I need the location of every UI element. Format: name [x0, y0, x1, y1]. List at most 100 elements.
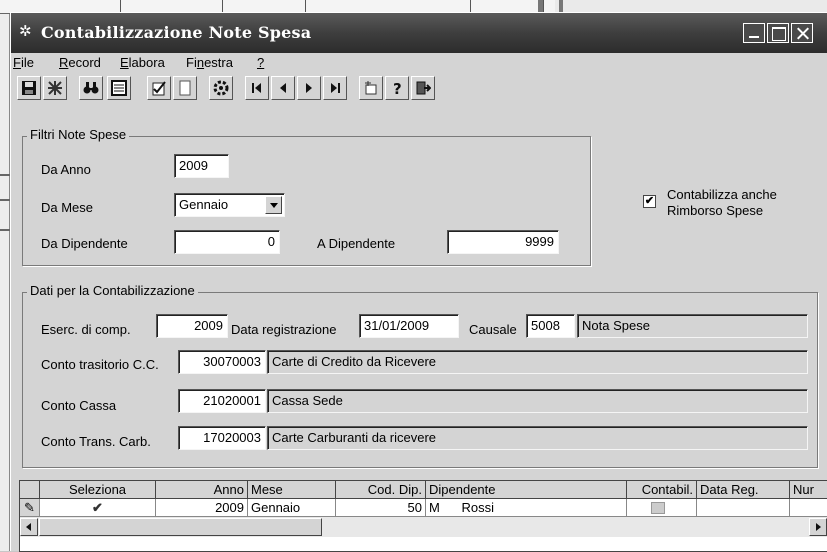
scroll-left-button[interactable]	[20, 518, 38, 536]
conto-carburanti-description: Carte Carburanti da ricevere	[267, 426, 808, 450]
da-dipendente-label: Da Dipendente	[41, 236, 128, 251]
contabilizza-rimborso-label: Contabilizza anche Rimborso Spese	[667, 187, 777, 219]
table-row[interactable]: ✎ ✔ 2009 Gennaio 50 M Rossi	[20, 499, 827, 517]
conto-trasitorio-field[interactable]: 30070003	[178, 350, 266, 374]
blank-icon	[179, 80, 191, 96]
find-button[interactable]	[79, 76, 103, 100]
new-window-button[interactable]	[359, 76, 383, 100]
grid-header-indicator	[20, 481, 40, 499]
process-button[interactable]	[209, 76, 233, 100]
background-grid-line	[0, 229, 10, 231]
eserc-field[interactable]: 2009	[156, 314, 228, 338]
process-icon	[213, 80, 229, 96]
row-contabil[interactable]	[627, 499, 697, 517]
menu-elabora-mnemonic: E	[120, 55, 129, 70]
previous-record-button[interactable]	[271, 76, 295, 100]
da-mese-select[interactable]: Gennaio	[174, 193, 285, 217]
menu-finestra-prefix: Fi	[186, 55, 197, 70]
blank-button[interactable]	[173, 76, 197, 100]
background-border	[559, 0, 563, 12]
save-button[interactable]	[17, 76, 41, 100]
menu-help[interactable]: ?	[257, 55, 264, 70]
data-registrazione-field[interactable]: 31/01/2009	[359, 314, 459, 338]
help-button[interactable]: ?	[385, 76, 409, 100]
menu-bar: File Record Elabora Finestra ?	[11, 53, 827, 73]
da-dipendente-field[interactable]: 0	[174, 230, 280, 254]
da-anno-field[interactable]: 2009	[174, 154, 229, 178]
new-window-icon	[365, 81, 377, 95]
menu-elabora-label: labora	[128, 55, 165, 70]
grid-header-cod-dip[interactable]: Cod. Dip.	[336, 481, 426, 499]
list-icon	[111, 80, 127, 96]
minimize-button[interactable]	[743, 23, 765, 43]
horizontal-scrollbar[interactable]	[20, 517, 827, 537]
da-mese-value: Gennaio	[179, 197, 229, 212]
conto-trasitorio-label: Conto trasitorio C.C.	[41, 357, 159, 372]
grid-header-mese[interactable]: Mese	[248, 481, 336, 499]
title-bar[interactable]: ✲ Contabilizzazione Note Spesa	[11, 13, 827, 53]
grid-header-anno[interactable]: Anno	[156, 481, 248, 499]
grid-header-num[interactable]: Nur	[790, 481, 827, 499]
find-icon	[83, 82, 99, 94]
causale-code-field[interactable]: 5008	[526, 314, 575, 338]
contabilizza-rimborso-label-line1: Contabilizza anche	[667, 187, 777, 202]
a-dipendente-label: A Dipendente	[317, 236, 396, 251]
previous-record-icon	[280, 83, 286, 93]
grid-header-seleziona[interactable]: Seleziona	[40, 481, 156, 499]
note-spese-grid: Seleziona Anno Mese Cod. Dip. Dipendente…	[19, 480, 827, 552]
exit-icon	[416, 81, 431, 95]
menu-file[interactable]: File	[13, 55, 34, 70]
row-cod-dip[interactable]: 50	[336, 499, 426, 517]
row-dipendente[interactable]: M Rossi	[426, 499, 627, 517]
eserc-label: Eserc. di comp.	[41, 322, 131, 337]
contabilizza-rimborso-checkbox[interactable]: ✔	[643, 195, 656, 208]
conto-cassa-description: Cassa Sede	[267, 389, 808, 413]
app-icon: ✲	[19, 23, 32, 40]
row-anno[interactable]: 2009	[156, 499, 248, 517]
menu-finestra[interactable]: Finestra	[186, 55, 233, 70]
help-icon: ?	[393, 80, 402, 96]
row-data-reg[interactable]	[697, 499, 790, 517]
menu-record[interactable]: Record	[59, 55, 101, 70]
menu-record-label: ecord	[68, 55, 101, 70]
chevron-down-icon[interactable]	[265, 196, 282, 214]
conto-carburanti-label: Conto Trans. Carb.	[41, 434, 151, 449]
next-record-button[interactable]	[297, 76, 321, 100]
causale-description: Nota Spese	[577, 314, 808, 338]
maximize-button[interactable]	[767, 23, 789, 43]
confirm-button[interactable]	[147, 76, 171, 100]
menu-file-label: ile	[20, 55, 34, 70]
conto-cassa-label: Conto Cassa	[41, 398, 117, 413]
row-contabil-checkbox[interactable]	[651, 502, 665, 514]
close-button[interactable]	[791, 23, 813, 43]
scroll-right-button[interactable]	[809, 518, 827, 536]
background-grid-line	[0, 199, 10, 201]
grid-header-dipendente[interactable]: Dipendente	[426, 481, 627, 499]
first-record-button[interactable]	[245, 76, 269, 100]
cancel-button[interactable]	[43, 76, 67, 100]
scroll-right-icon	[816, 523, 821, 531]
conto-cassa-field[interactable]: 21020001	[178, 389, 266, 413]
menu-record-mnemonic: R	[59, 55, 69, 70]
da-anno-label: Da Anno	[41, 162, 91, 177]
save-icon	[22, 81, 36, 95]
menu-elabora[interactable]: Elabora	[120, 55, 165, 70]
exit-button[interactable]	[411, 76, 435, 100]
row-mese[interactable]: Gennaio	[248, 499, 336, 517]
last-record-button[interactable]	[323, 76, 347, 100]
cancel-icon	[48, 81, 62, 95]
row-seleziona-check[interactable]: ✔	[40, 499, 156, 517]
first-record-icon	[252, 83, 261, 93]
svg-text:?: ?	[393, 80, 402, 96]
list-button[interactable]	[107, 76, 131, 100]
grid-header-data-reg[interactable]: Data Reg.	[697, 481, 790, 499]
background-window-fragment	[555, 0, 827, 12]
row-num[interactable]	[790, 499, 827, 517]
causale-label: Causale	[469, 322, 517, 337]
background-grid-line	[0, 174, 10, 176]
scrollbar-thumb[interactable]	[39, 518, 322, 536]
grid-header-contabil[interactable]: Contabil.	[627, 481, 697, 499]
toolbar: ?	[11, 75, 827, 103]
conto-carburanti-field[interactable]: 17020003	[178, 426, 266, 450]
a-dipendente-field[interactable]: 9999	[447, 230, 559, 254]
